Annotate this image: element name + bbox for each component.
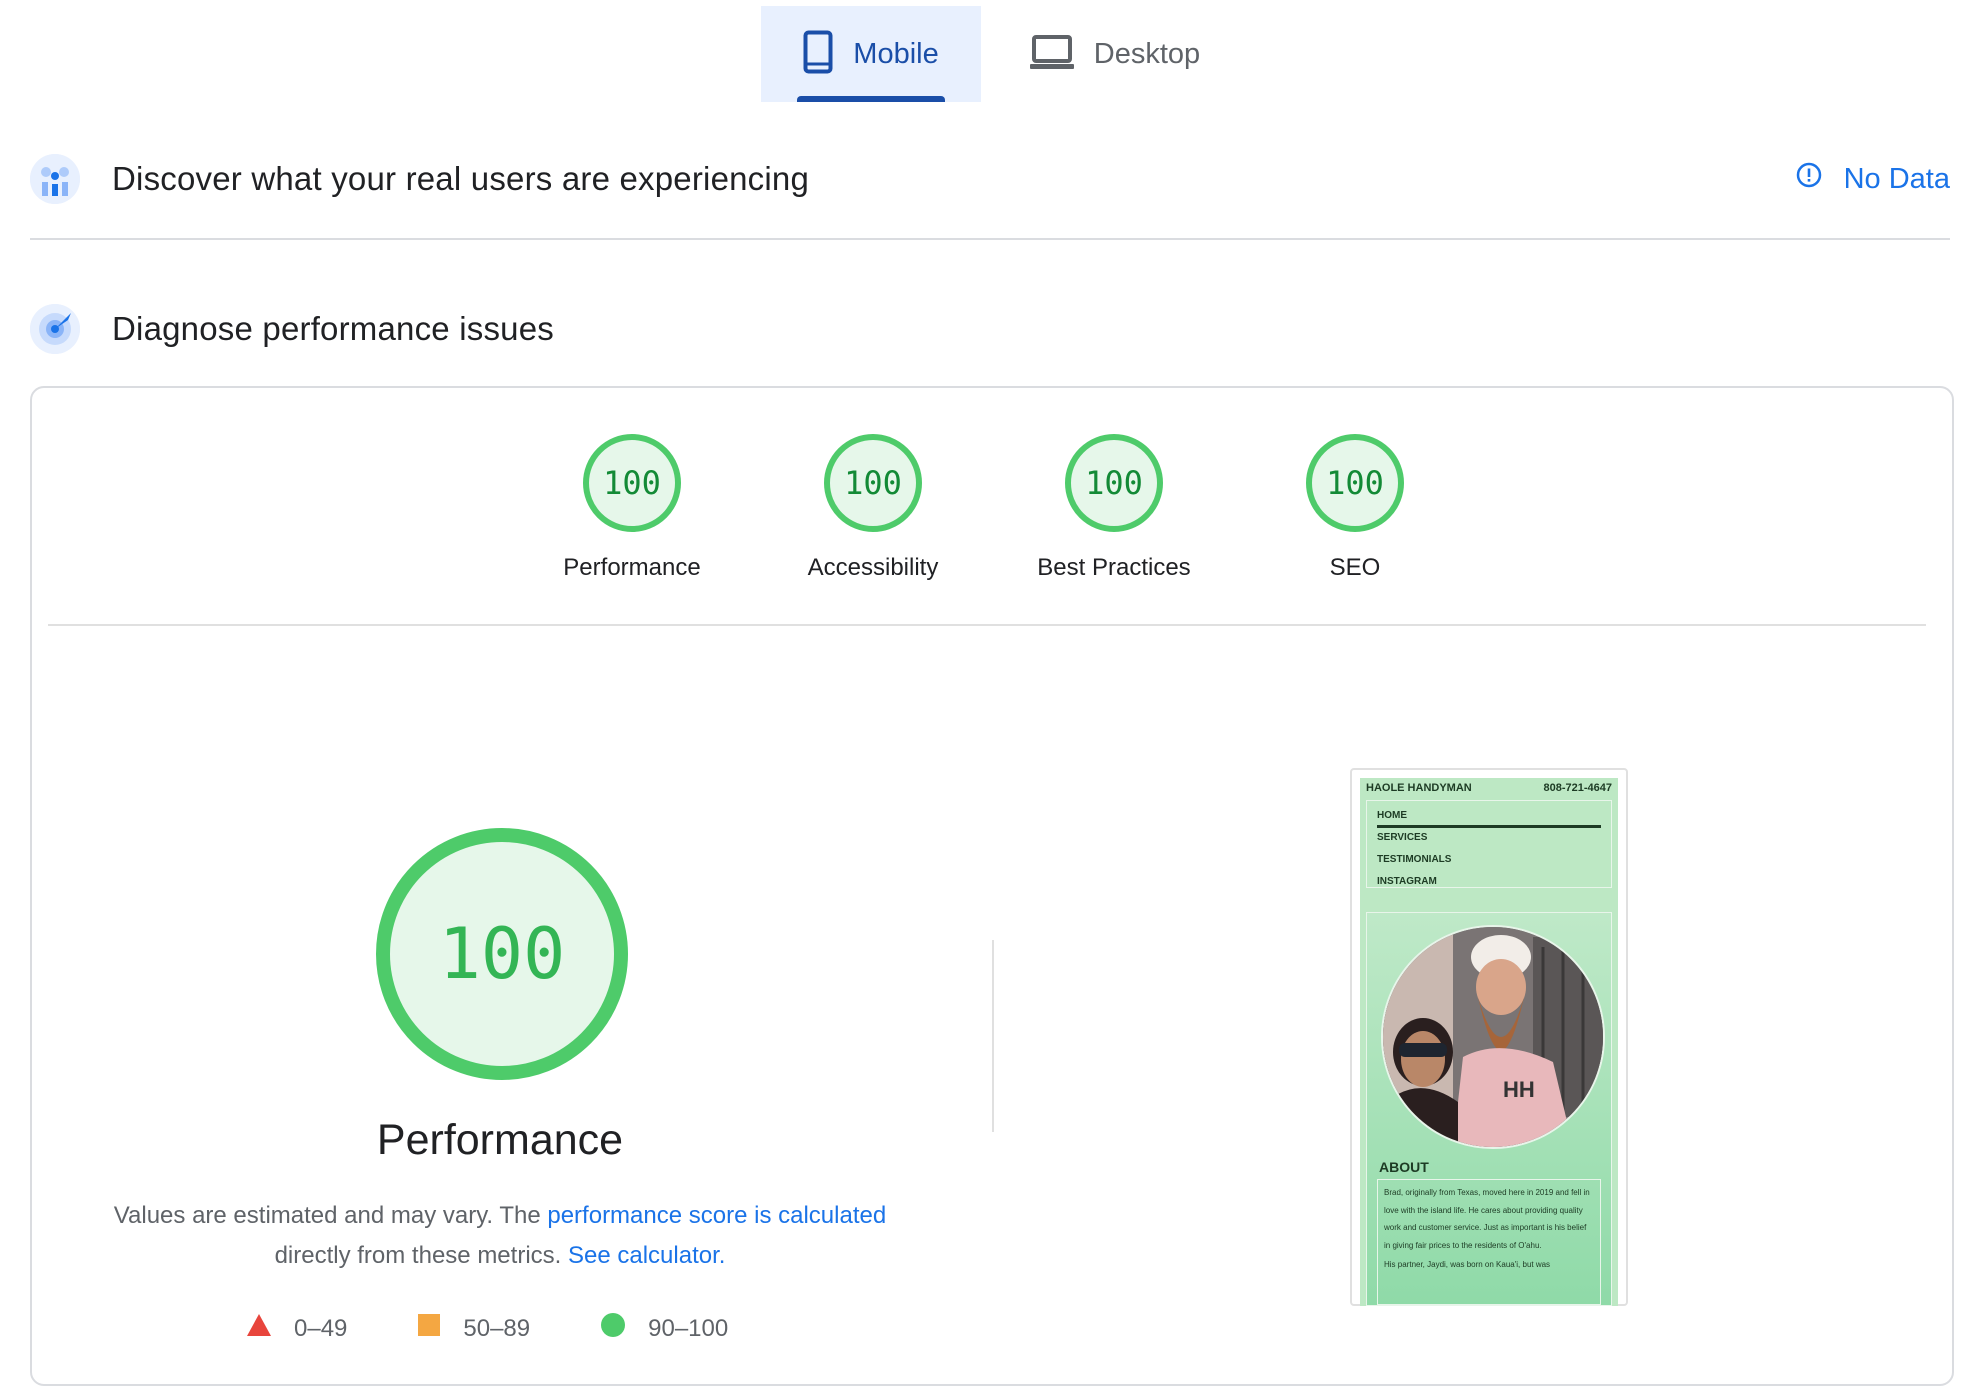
about-text: His partner, Jaydi, was born on Kaua'i, … xyxy=(1384,1260,1551,1269)
gauge-label: Performance xyxy=(563,554,701,581)
lab-data-header: Diagnose performance issues xyxy=(30,300,1950,358)
gauge-performance[interactable]: 100 Performance xyxy=(532,434,732,582)
triangle-icon xyxy=(246,1313,272,1344)
tab-selected-indicator xyxy=(797,96,945,102)
score-circle: 100 xyxy=(1065,434,1163,532)
category-gauges: 100 Performance 100 Accessibility 100 Be… xyxy=(0,434,1974,594)
gauge-seo[interactable]: 100 SEO xyxy=(1255,434,1455,582)
section-divider xyxy=(30,238,1950,240)
profile-photo: HH xyxy=(1381,925,1605,1149)
performance-title: Performance xyxy=(376,1116,624,1164)
no-data-label: No Data xyxy=(1843,162,1950,195)
gauge-label: Best Practices xyxy=(1037,554,1191,581)
final-screenshot: HAOLE HANDYMAN 808-721-4647 HOME SERVICE… xyxy=(1350,768,1628,1306)
score-circle: 100 xyxy=(824,434,922,532)
site-nav-item: TESTIMONIALS xyxy=(1377,854,1452,865)
site-header: HAOLE HANDYMAN 808-721-4647 xyxy=(1360,778,1618,794)
performance-score-gauge: 100 xyxy=(376,828,628,1080)
legend-range: 0–49 xyxy=(294,1314,348,1342)
field-data-title: Discover what your real users are experi… xyxy=(112,160,810,197)
circle-icon xyxy=(600,1312,626,1345)
site-phone: 808-721-4647 xyxy=(1543,782,1612,794)
site-nav-item: INSTAGRAM xyxy=(1377,876,1437,887)
desc-text: directly from these metrics. xyxy=(274,1242,562,1269)
field-data-header: Discover what your real users are experi… xyxy=(30,150,1950,208)
score-value: 100 xyxy=(603,464,661,502)
tab-mobile-label: Mobile xyxy=(853,37,939,70)
site-name: HAOLE HANDYMAN xyxy=(1366,782,1472,794)
see-calculator-link[interactable]: See calculator. xyxy=(568,1242,725,1269)
nav-active-underline xyxy=(1377,825,1601,828)
gauge-best-practices[interactable]: 100 Best Practices xyxy=(1014,434,1214,582)
desc-text: Values are estimated and may vary. The xyxy=(113,1202,541,1229)
performance-description: Values are estimated and may vary. The p… xyxy=(90,1196,910,1276)
laptop-icon xyxy=(1029,34,1074,75)
score-circle: 100 xyxy=(583,434,681,532)
legend-pass: 90–100 xyxy=(600,1312,728,1345)
screenshot-page: HAOLE HANDYMAN 808-721-4647 HOME SERVICE… xyxy=(1360,778,1618,1306)
tab-desktop-label: Desktop xyxy=(1093,37,1201,70)
gauge-accessibility[interactable]: 100 Accessibility xyxy=(773,434,973,582)
site-hero: HH ABOUT Brad, originally from Texas, mo… xyxy=(1366,912,1612,1306)
legend-range: 90–100 xyxy=(648,1314,729,1342)
score-legend: 0–49 50–89 90–100 xyxy=(246,1312,798,1345)
users-chart-icon xyxy=(30,154,80,204)
lab-data-title: Diagnose performance issues xyxy=(112,310,554,347)
field-data-status[interactable]: No Data xyxy=(1796,162,1950,196)
about-text-box: Brad, originally from Texas, moved here … xyxy=(1377,1179,1601,1305)
device-tabs: Mobile Desktop xyxy=(0,0,1974,102)
score-value: 100 xyxy=(1326,464,1384,502)
phone-icon xyxy=(803,30,833,79)
info-icon xyxy=(1796,162,1822,196)
svg-text:HH: HH xyxy=(1503,1077,1535,1102)
legend-average: 50–89 xyxy=(417,1313,530,1344)
about-text: Brad, originally from Texas, moved here … xyxy=(1384,1188,1590,1250)
score-value: 100 xyxy=(1085,464,1143,502)
legend-fail: 0–49 xyxy=(246,1313,347,1344)
radar-icon xyxy=(30,304,80,354)
score-calculated-link[interactable]: performance score is calculated xyxy=(547,1202,886,1229)
gauges-divider xyxy=(48,624,1926,626)
score-circle: 100 xyxy=(1306,434,1404,532)
square-icon xyxy=(417,1313,441,1344)
legend-range: 50–89 xyxy=(463,1314,531,1342)
vertical-divider xyxy=(992,940,994,1132)
site-nav-item: SERVICES xyxy=(1377,832,1428,843)
site-nav: HOME SERVICES TESTIMONIALS INSTAGRAM xyxy=(1366,800,1612,888)
gauge-label: SEO xyxy=(1329,554,1381,581)
tab-mobile[interactable]: Mobile xyxy=(761,6,981,102)
score-value: 100 xyxy=(844,464,902,502)
tab-desktop[interactable]: Desktop xyxy=(1010,6,1220,102)
gauge-label: Accessibility xyxy=(807,554,939,581)
about-title: ABOUT xyxy=(1379,1159,1429,1175)
performance-score-value: 100 xyxy=(438,913,566,995)
